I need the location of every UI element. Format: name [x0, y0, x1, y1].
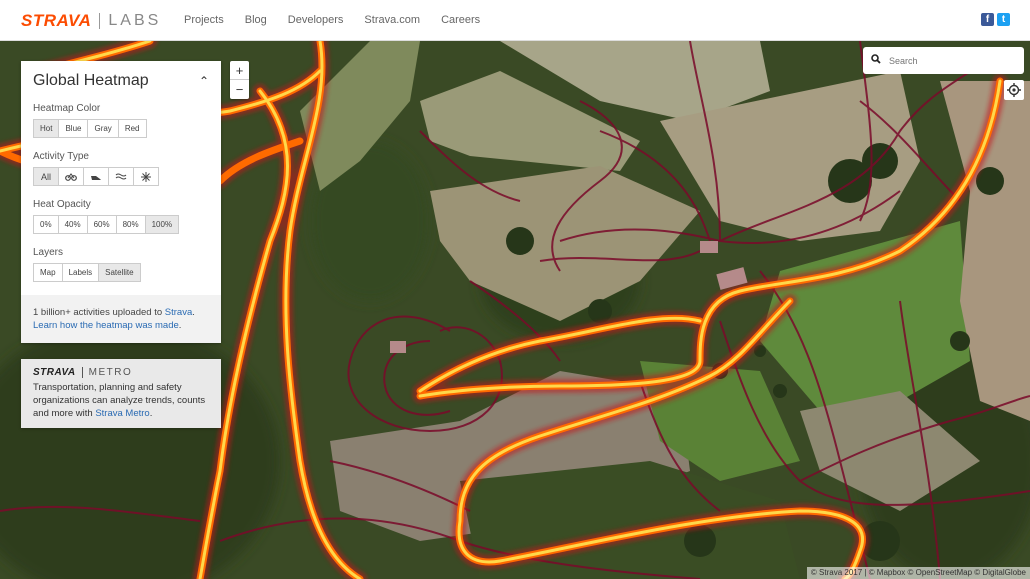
layers-section: Layers Map Labels Satellite [21, 247, 221, 282]
search-input[interactable] [889, 55, 1009, 66]
layers-label: Layers [33, 247, 64, 258]
search-box [863, 47, 1024, 74]
map-attribution: © Strava 2017 | © Mapbox © OpenStreetMap… [806, 567, 1030, 579]
heatmap-color-group: Hot Blue Gray Red [33, 119, 209, 138]
facebook-icon[interactable]: f [981, 13, 994, 26]
search-icon [871, 54, 881, 67]
heat-opacity-section: Heat Opacity 0% 40% 60% 80% 100% [21, 199, 221, 234]
layers-group: Map Labels Satellite [33, 263, 209, 282]
opacity-60-button[interactable]: 60% [86, 215, 117, 234]
panel-header[interactable]: Global Heatmap ⌃ [21, 61, 221, 101]
logo-divider [99, 13, 101, 29]
heat-opacity-label: Heat Opacity [33, 199, 91, 210]
nav-developers[interactable]: Developers [288, 14, 344, 26]
heatmap-color-section: Heatmap Color Hot Blue Gray Red [21, 103, 221, 138]
opacity-80-button[interactable]: 80% [115, 215, 146, 234]
nav-careers[interactable]: Careers [441, 14, 480, 26]
top-navbar: STRAVA LABS Projects Blog Developers Str… [0, 0, 1030, 41]
color-hot-button[interactable]: Hot [33, 119, 60, 138]
layer-satellite-button[interactable]: Satellite [98, 263, 141, 282]
metro-description: Transportation, planning and safety orga… [33, 381, 209, 420]
activity-type-group: All [33, 167, 209, 186]
color-gray-button[interactable]: Gray [87, 119, 119, 138]
logo-sub: LABS [108, 12, 162, 29]
layer-map-button[interactable]: Map [33, 263, 63, 282]
strava-link[interactable]: Strava [165, 307, 192, 318]
logo-brand: STRAVA [21, 11, 92, 30]
run-icon[interactable] [83, 167, 109, 186]
opacity-100-button[interactable]: 100% [144, 215, 180, 234]
twitter-icon[interactable]: t [997, 13, 1010, 26]
nav-blog[interactable]: Blog [245, 14, 267, 26]
color-red-button[interactable]: Red [117, 119, 147, 138]
activity-all-button[interactable]: All [33, 167, 59, 186]
zoom-control: + − [230, 61, 249, 99]
social-links: f t [981, 13, 1010, 26]
chevron-up-icon[interactable]: ⌃ [199, 74, 209, 88]
metro-period: . [149, 408, 153, 419]
heatmap-control-panel: Global Heatmap ⌃ Heatmap Color Hot Blue … [21, 61, 221, 343]
heatmap-howto-link[interactable]: Learn how the heatmap was made [33, 320, 179, 331]
bike-icon[interactable] [58, 167, 84, 186]
zoom-in-button[interactable]: + [230, 61, 249, 80]
footer-period-2: . [178, 320, 182, 331]
metro-divider [81, 367, 83, 378]
winter-icon[interactable] [133, 167, 159, 186]
metro-brand: STRAVA [33, 367, 76, 378]
heat-opacity-group: 0% 40% 60% 80% 100% [33, 215, 209, 234]
activity-type-section: Activity Type All [21, 151, 221, 186]
water-icon[interactable] [108, 167, 134, 186]
nav-strava-com[interactable]: Strava.com [364, 14, 420, 26]
panel-footer: 1 billion+ activities uploaded to Strava… [21, 295, 221, 343]
strava-metro-link[interactable]: Strava Metro [95, 408, 149, 419]
activities-text: 1 billion+ activities uploaded to [33, 307, 165, 318]
opacity-40-button[interactable]: 40% [57, 215, 88, 234]
layer-labels-button[interactable]: Labels [61, 263, 100, 282]
nav-projects[interactable]: Projects [184, 14, 224, 26]
zoom-out-button[interactable]: − [230, 80, 249, 99]
panel-title: Global Heatmap [33, 72, 149, 89]
heatmap-color-label: Heatmap Color [33, 103, 101, 114]
opacity-0-button[interactable]: 0% [33, 215, 59, 234]
main-nav: Projects Blog Developers Strava.com Care… [184, 14, 501, 26]
strava-metro-logo: STRAVA METRO [33, 367, 209, 378]
activity-type-label: Activity Type [33, 151, 89, 162]
metro-sub: METRO [88, 367, 133, 378]
locate-icon[interactable] [1004, 80, 1024, 100]
strava-metro-box: STRAVA METRO Transportation, planning an… [21, 359, 221, 428]
color-blue-button[interactable]: Blue [58, 119, 89, 138]
footer-period-1: . [192, 307, 195, 318]
strava-labs-logo[interactable]: STRAVA LABS [21, 11, 161, 31]
